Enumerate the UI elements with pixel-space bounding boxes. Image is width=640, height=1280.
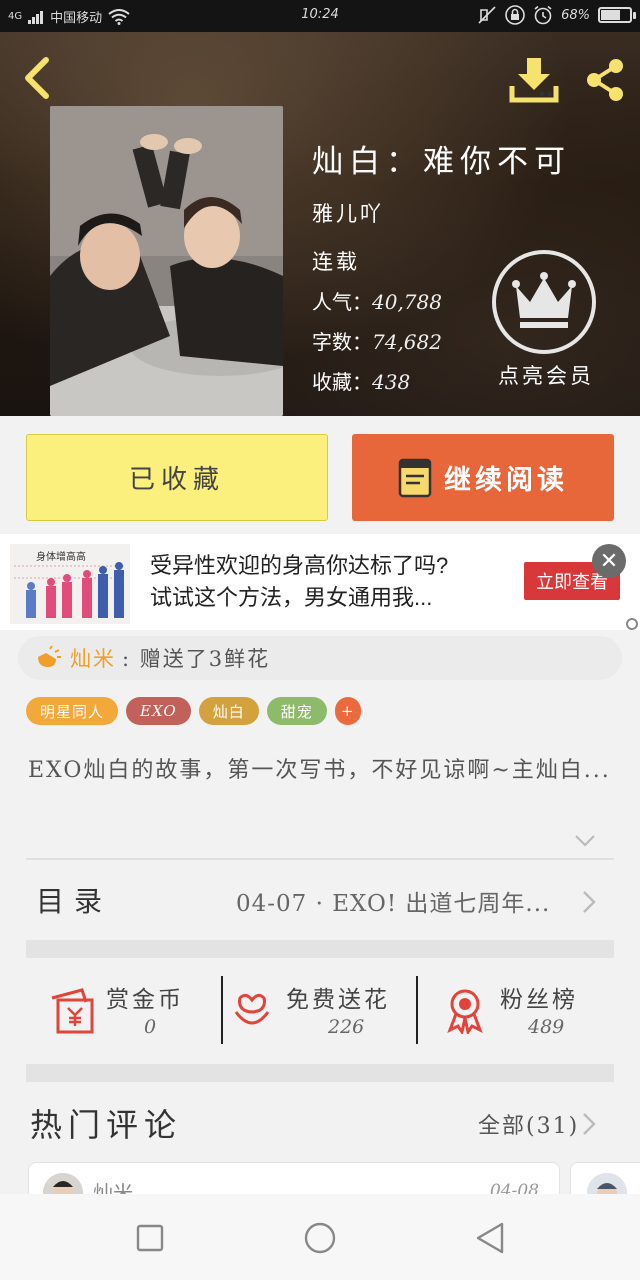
collected-button[interactable]: 已收藏 — [26, 434, 328, 521]
collected-label: 已收藏 — [128, 465, 225, 495]
chevron-right-icon[interactable] — [582, 1112, 596, 1136]
stat-collections-value: 438 — [372, 370, 411, 394]
ad-headline: 受异性欢迎的身高你达标了吗? — [150, 553, 449, 578]
cover-illustration — [50, 106, 283, 416]
support-stats-row: 赏金币 0 免费送花 226 粉丝榜 489 — [26, 966, 614, 1058]
stat-popularity: 人气：40,788 — [312, 286, 442, 315]
ad-subline: 试试这个方法，男女通用我... — [150, 585, 433, 610]
reward-coins-label: 赏金币 — [106, 987, 184, 1013]
gift-message: : 赠送了3鲜花 — [122, 647, 271, 671]
back-arrow-icon[interactable] — [18, 56, 58, 100]
cheer-icon — [38, 645, 61, 667]
red-envelope-icon — [51, 988, 94, 1034]
chevron-right-icon[interactable] — [582, 890, 596, 914]
book-status: 连载 — [312, 250, 360, 274]
tag-list: 明星同人 EXO 灿白 甜宠 + — [26, 697, 361, 725]
lock-icon — [505, 5, 525, 25]
vip-label[interactable]: 点亮会员 — [476, 360, 616, 390]
book-author[interactable]: 雅儿吖 — [312, 198, 384, 228]
hot-comments-title: 热门评论 — [30, 1106, 183, 1144]
stat-word-count-value: 74,682 — [372, 330, 442, 354]
stats-separator — [221, 976, 223, 1044]
stats-separator — [416, 976, 418, 1044]
fan-ranking-label: 粉丝榜 — [500, 987, 578, 1013]
section-separator — [26, 1064, 614, 1082]
tag-item[interactable]: EXO — [126, 697, 191, 725]
book-title: 灿白：难你不可 — [312, 144, 571, 180]
back-triangle-icon[interactable] — [468, 1216, 512, 1260]
ribbon-medal-icon — [447, 989, 483, 1034]
fan-ranking[interactable]: 粉丝榜 489 — [420, 966, 614, 1058]
tag-item[interactable]: 灿白 — [198, 697, 259, 725]
stat-collections-label: 收藏： — [312, 370, 372, 394]
expand-chevron-icon[interactable] — [574, 832, 596, 850]
stat-word-count-label: 字数： — [312, 330, 372, 354]
mute-icon — [478, 6, 496, 24]
battery-icon — [598, 7, 636, 23]
ad-image: 身体增高高 — [10, 544, 130, 624]
stat-popularity-label: 人气： — [312, 290, 372, 314]
share-icon[interactable] — [582, 56, 628, 104]
home-icon[interactable] — [298, 1216, 342, 1260]
reward-coins-value: 0 — [144, 1016, 157, 1038]
reward-coins[interactable]: 赏金币 0 — [26, 966, 220, 1058]
stat-word-count: 字数：74,682 — [312, 326, 442, 355]
stat-collections: 收藏：438 — [312, 366, 410, 395]
latest-chapter[interactable]: 04-07 · EXO! 出道七周年... — [236, 884, 550, 918]
book-header: 灿白：难你不可 雅儿吖 连载 人气：40,788 字数：74,682 收藏：43… — [0, 32, 640, 416]
tag-item[interactable]: 明星同人 — [26, 697, 119, 725]
continue-reading-button[interactable]: 继续阅读 — [352, 434, 614, 521]
book-icon — [398, 458, 432, 497]
download-icon[interactable] — [508, 56, 560, 104]
status-bar: 4G 中国移动 10:24 68% — [0, 0, 640, 32]
free-flowers[interactable]: 免费送花 226 — [224, 966, 418, 1058]
all-comments-link[interactable]: 全部(31) — [478, 1108, 579, 1140]
free-flowers-value: 226 — [328, 1016, 365, 1038]
continue-reading-label: 继续阅读 — [444, 465, 568, 496]
stat-popularity-value: 40,788 — [372, 290, 442, 314]
add-tag-button[interactable]: + — [334, 697, 361, 725]
tag-item[interactable]: 甜宠 — [266, 697, 327, 725]
book-cover[interactable] — [50, 106, 283, 416]
gift-user[interactable]: 灿米 — [70, 643, 116, 673]
ad-image-caption: 身体增高高 — [36, 552, 86, 563]
flower-icon — [234, 993, 270, 1025]
vip-badge[interactable] — [492, 250, 596, 354]
battery-percent: 68% — [561, 7, 590, 23]
crown-icon — [512, 272, 576, 328]
system-nav-bar — [0, 1194, 640, 1280]
ad-text[interactable]: 受异性欢迎的身高你达标了吗? 试试这个方法，男女通用我... — [150, 550, 448, 614]
clock: 10:24 — [301, 7, 339, 22]
catalog-label: 目录 — [36, 885, 113, 918]
ad-close-icon[interactable]: ✕ — [592, 544, 626, 578]
free-flowers-label: 免费送花 — [286, 987, 390, 1013]
book-description[interactable]: EXO灿白的故事，第一次写书，不好见谅啊~主灿白... — [28, 752, 612, 790]
section-separator — [26, 940, 614, 958]
recent-apps-icon[interactable] — [128, 1216, 172, 1260]
alarm-icon — [534, 5, 552, 25]
fan-ranking-value: 489 — [528, 1016, 565, 1038]
gift-notice: 灿米 : 赠送了3鲜花 — [18, 636, 622, 680]
ad-info-icon[interactable] — [626, 618, 638, 630]
